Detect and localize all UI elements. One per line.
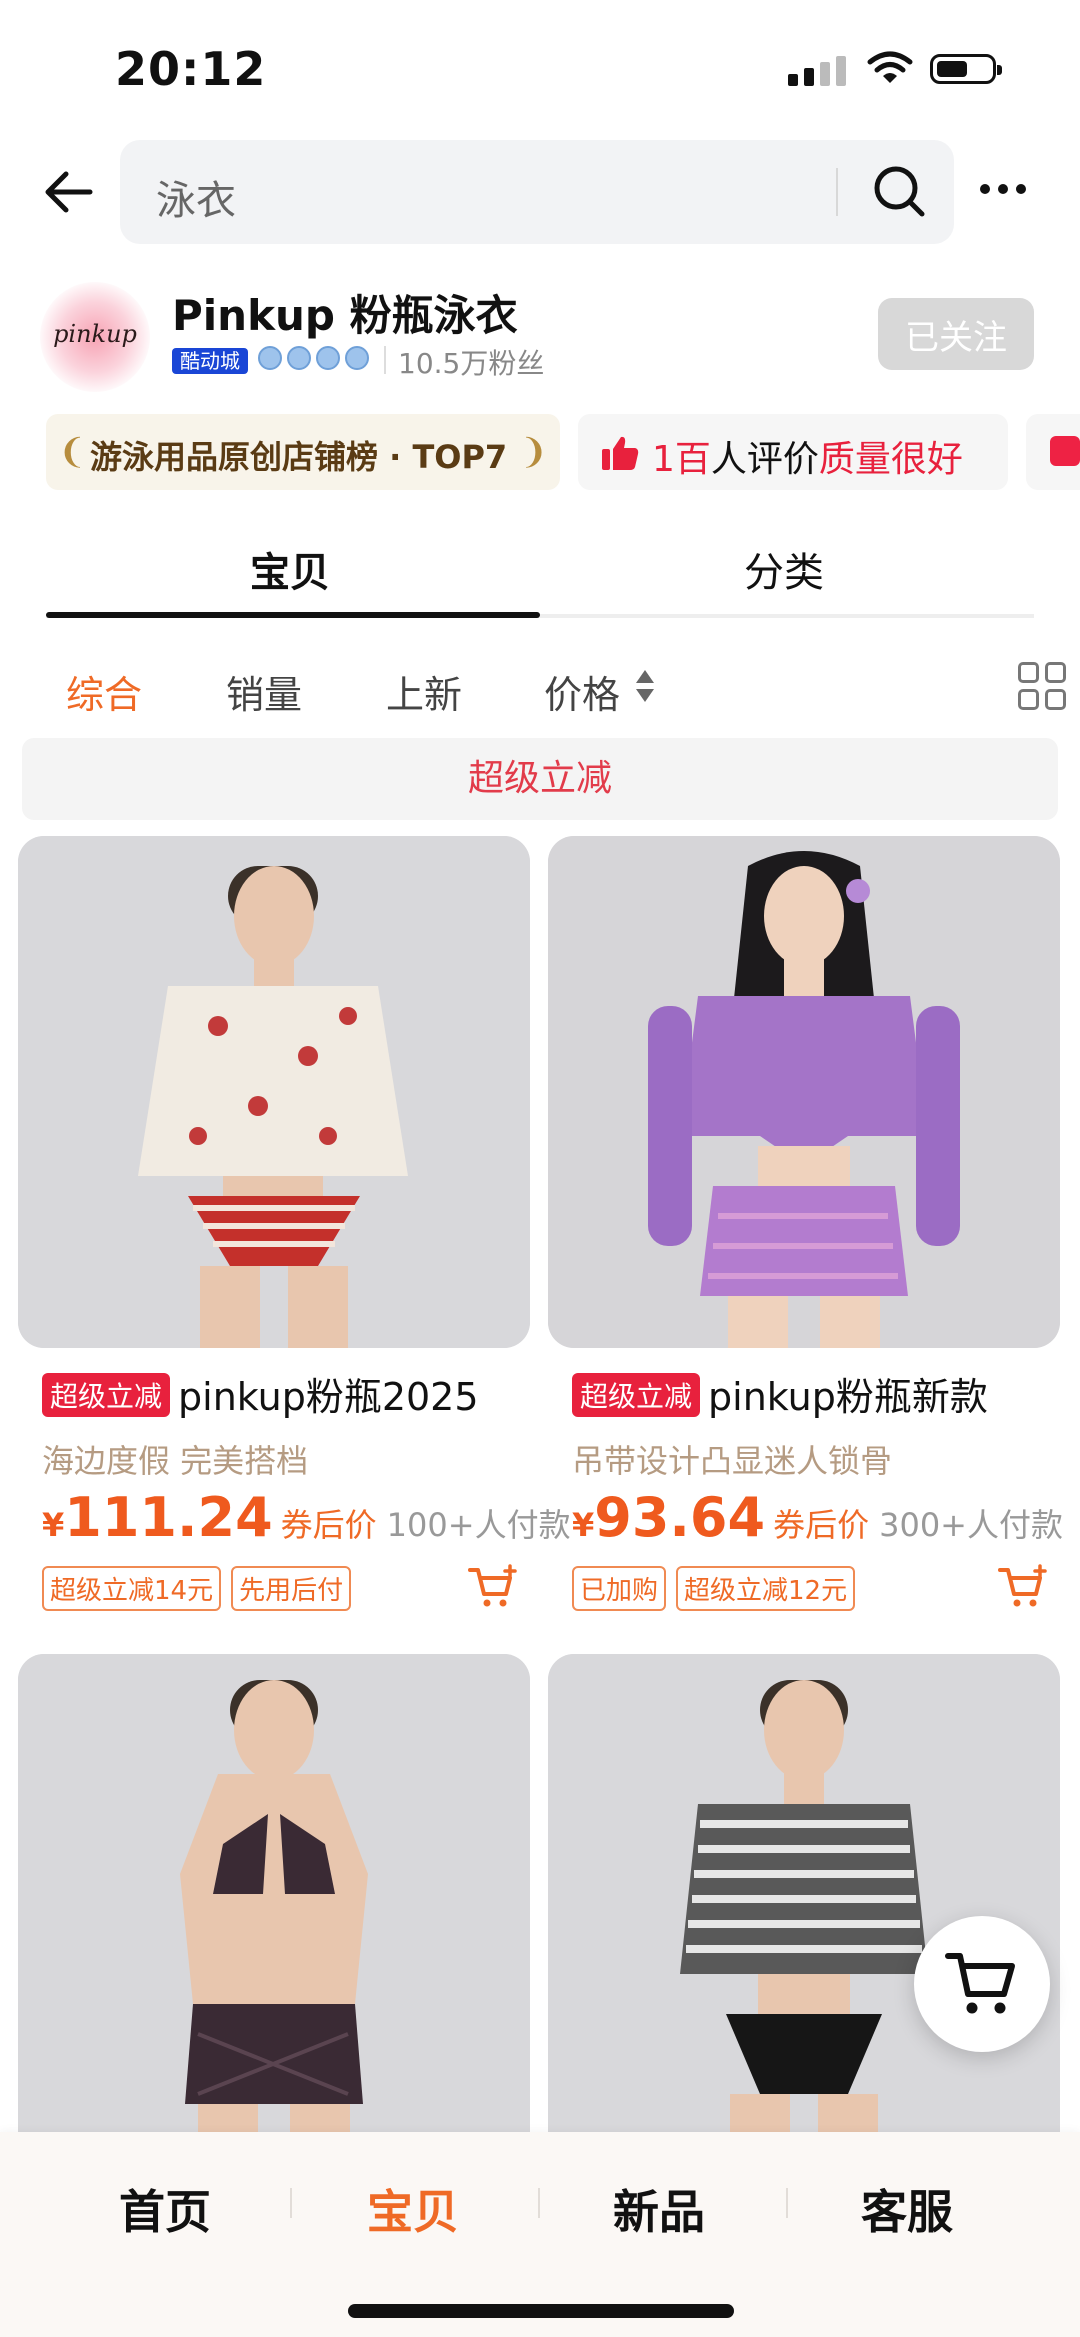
laurel-right-icon: ❩ [519,432,549,472]
promo-tag: 超级立减 [42,1373,171,1417]
in-cart-chip: 已加购 [572,1566,667,1611]
rank-tag[interactable]: ❨ 游泳用品原创店铺榜 · TOP7 ❩ [46,414,560,490]
tab-products[interactable]: 宝贝 [250,540,330,598]
sold-count: 300+人付款 [879,1506,1063,1544]
back-arrow-icon[interactable] [40,166,100,218]
review-tag[interactable]: 1百人评价质量很好 [578,414,1008,490]
shop-logo-text: pinkup [53,320,137,348]
home-indicator [348,2304,734,2318]
shop-logo[interactable]: pinkup [40,282,150,392]
sort-sales[interactable]: 销量 [226,664,302,719]
search-input[interactable]: 泳衣 [156,168,236,226]
nav-service[interactable]: 客服 [861,2176,953,2242]
signal-icon [788,56,846,86]
review-quality: 质量很好 [818,439,963,480]
add-to-cart-icon[interactable] [468,1564,518,1610]
review-count: 1百 [652,439,711,480]
shop-name[interactable]: Pinkup 粉瓶泳衣 [172,282,518,343]
product-title-text: pinkup粉瓶新款 [708,1375,988,1419]
partial-tag[interactable] [1026,414,1080,490]
fans-divider [384,346,386,374]
sold-count: 100+人付款 [386,1506,571,1544]
promo-tag: 超级立减 [572,1373,701,1417]
tab-active-indicator [46,612,540,618]
search-divider [836,168,838,216]
price-row: ¥111.24 券后价 100+人付款 [42,1486,571,1549]
review-mid: 人评价 [710,439,819,480]
sort-arrows-icon[interactable] [634,668,656,704]
product-image[interactable] [18,1654,530,2134]
product-price: 111.24 [64,1486,273,1549]
rank-tag-label: 游泳用品原创店铺榜 · TOP7 [90,438,508,476]
cart-icon [945,1953,1015,2014]
shopping-bag-icon [1050,436,1080,466]
sort-comprehensive[interactable]: 综合 [66,664,142,719]
floating-cart-button[interactable] [914,1916,1050,2052]
price-row: ¥93.64 券后价 300+人付款 [572,1486,1063,1549]
currency-symbol: ¥ [572,1506,595,1544]
nav-divider [290,2188,292,2218]
currency-symbol: ¥ [42,1506,65,1544]
search-bar[interactable]: 泳衣 [120,140,954,244]
product-price: 93.64 [594,1486,766,1549]
nav-home[interactable]: 首页 [119,2176,211,2242]
product-title-text: pinkup粉瓶2025 [178,1375,479,1419]
nav-divider [786,2188,788,2218]
battery-icon [930,54,1002,84]
shop-badge: 酷动城 [172,348,248,374]
grid-view-icon[interactable] [1018,662,1066,710]
product-title[interactable]: 超级立减 pinkup粉瓶新款 [572,1366,1062,1421]
product-image[interactable] [548,1654,1060,2134]
sort-new[interactable]: 上新 [386,664,462,719]
fans-count: 10.5万粉丝 [398,347,545,380]
nav-products[interactable]: 宝贝 [367,2176,459,2242]
wifi-icon [867,51,913,83]
product-subtitle: 海边度假 完美搭档 [42,1442,309,1480]
thumbs-up-icon [602,436,639,470]
product-image[interactable] [18,836,530,1348]
status-time: 20:12 [115,42,267,96]
promo-chip: 超级立减12元 [676,1566,856,1611]
promo-chip: 超级立减14元 [42,1566,222,1611]
more-options-icon[interactable] [980,184,1026,194]
tab-categories[interactable]: 分类 [744,540,824,598]
price-note: 券后价 [280,1506,377,1544]
product-title[interactable]: 超级立减 pinkup粉瓶2025 [42,1366,532,1421]
bottom-nav: 首页 宝贝 新品 客服 [0,2132,1080,2337]
sort-price[interactable]: 价格 [544,664,620,719]
paylater-chip: 先用后付 [231,1566,352,1611]
chip-row: 超级立减14元 先用后付 [42,1566,352,1611]
follow-button[interactable]: 已关注 [878,298,1034,370]
shop-level-icon [258,346,369,370]
search-icon[interactable] [872,164,928,220]
nav-divider [538,2188,540,2218]
laurel-left-icon: ❨ [58,432,87,472]
add-to-cart-icon[interactable] [998,1564,1048,1610]
nav-new[interactable]: 新品 [613,2176,705,2242]
product-subtitle: 吊带设计凸显迷人锁骨 [572,1442,893,1480]
product-image[interactable] [548,836,1060,1348]
promo-banner[interactable]: 超级立减 [22,738,1058,820]
chip-row: 已加购 超级立减12元 [572,1566,856,1611]
price-note: 券后价 [773,1506,870,1544]
